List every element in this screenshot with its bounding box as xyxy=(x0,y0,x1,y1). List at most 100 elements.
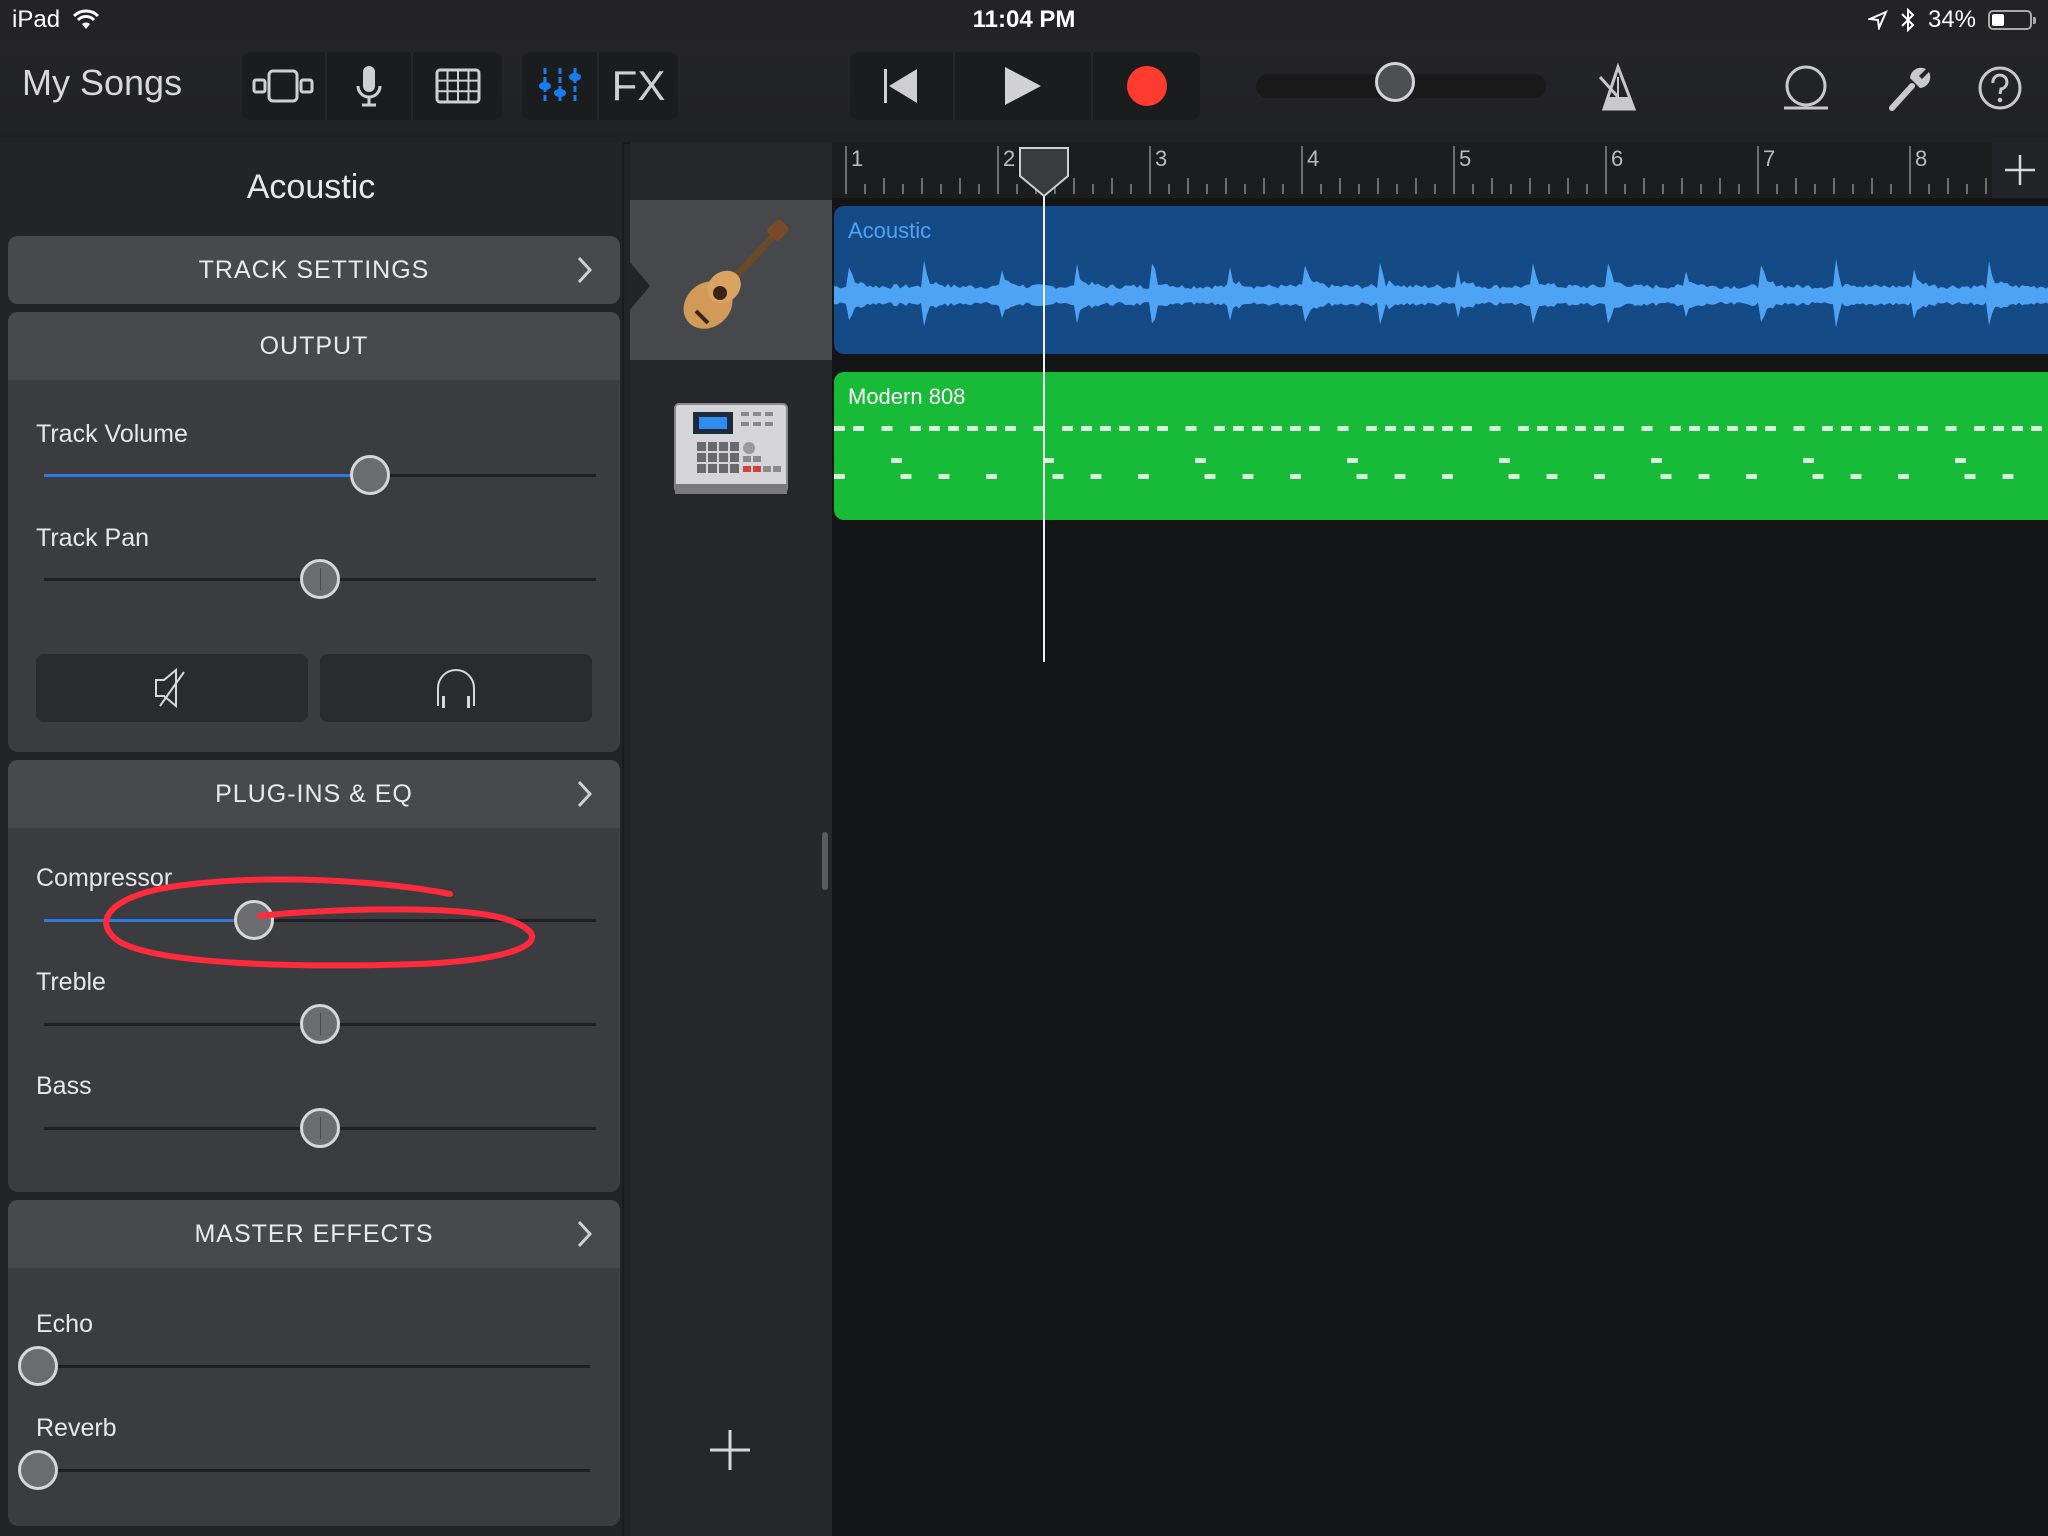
echo-slider[interactable] xyxy=(18,1346,590,1386)
drum-note xyxy=(2031,426,2042,431)
track-pan-slider[interactable] xyxy=(36,559,596,599)
bluetooth-icon xyxy=(1901,8,1915,32)
tracks-view-icon xyxy=(252,69,314,103)
drum-note xyxy=(2002,474,2014,479)
track-controls-button[interactable] xyxy=(522,52,600,120)
fx-button[interactable]: FX xyxy=(599,52,678,120)
slider-track xyxy=(38,1469,590,1472)
compressor-slider[interactable] xyxy=(36,900,596,940)
output-header: OUTPUT xyxy=(8,312,620,380)
drum-note xyxy=(1157,426,1168,431)
drum-note xyxy=(938,474,950,479)
bar-number: 1 xyxy=(851,146,864,171)
region-modern-808[interactable]: Modern 808 xyxy=(834,372,2048,520)
grid-button[interactable] xyxy=(413,52,502,120)
slider-knob[interactable] xyxy=(18,1346,58,1386)
mixer-button-group: FX xyxy=(522,52,678,120)
drum-note xyxy=(1119,426,1130,431)
drum-note xyxy=(1575,426,1586,431)
drum-note xyxy=(929,426,940,431)
drum-note xyxy=(1461,426,1472,431)
metronome-button[interactable] xyxy=(1590,58,1646,118)
track-settings-label: TRACK SETTINGS xyxy=(198,255,430,284)
clock: 11:04 PM xyxy=(972,6,1076,33)
bass-label: Bass xyxy=(36,1072,92,1100)
bar-number: 2 xyxy=(1003,146,1016,171)
slider-fill xyxy=(44,919,254,922)
drum-note xyxy=(1860,426,1871,431)
drum-note xyxy=(1489,426,1501,431)
record-button[interactable] xyxy=(1093,52,1200,120)
drum-note xyxy=(1195,458,1206,463)
drum-note xyxy=(1708,426,1719,431)
track-volume-slider[interactable] xyxy=(36,455,596,495)
help-icon xyxy=(1978,66,2022,110)
play-button[interactable] xyxy=(955,52,1094,120)
solo-button[interactable] xyxy=(320,654,592,722)
help-button[interactable] xyxy=(1974,58,2026,118)
region-name: Acoustic xyxy=(848,218,932,243)
slider-knob[interactable] xyxy=(300,559,340,599)
region-acoustic[interactable]: Acoustic xyxy=(834,206,2048,354)
ruler[interactable]: 1 2 3 4 5 6 7 8 xyxy=(832,142,1992,198)
treble-slider[interactable] xyxy=(36,1004,596,1044)
track-settings-button[interactable]: TRACK SETTINGS xyxy=(8,236,620,304)
my-songs-button[interactable]: My Songs xyxy=(22,62,182,104)
drum-note xyxy=(1964,474,1976,479)
tracks-view-button[interactable] xyxy=(242,52,327,120)
plus-icon xyxy=(710,1430,750,1470)
track-header-modern-808[interactable] xyxy=(630,368,832,528)
drum-note xyxy=(1803,458,1814,463)
drum-note xyxy=(834,474,845,479)
drum-note xyxy=(1727,426,1738,431)
add-section-button[interactable] xyxy=(1992,142,2048,198)
slider-knob[interactable] xyxy=(233,900,274,940)
drum-note xyxy=(1898,474,1909,479)
drum-note xyxy=(1974,426,1985,431)
playhead-line xyxy=(1042,192,1045,662)
reverb-label: Reverb xyxy=(36,1414,117,1442)
drum-note xyxy=(1613,426,1624,431)
loop-browser-icon xyxy=(1784,65,1828,110)
drum-note xyxy=(986,426,997,431)
transport-controls xyxy=(850,52,1200,120)
drum-note xyxy=(1138,474,1149,479)
master-effects-button[interactable]: MASTER EFFECTS xyxy=(8,1200,620,1268)
drum-note xyxy=(1689,426,1700,431)
plugins-eq-button[interactable]: PLUG-INS & EQ xyxy=(8,760,620,828)
drum-note xyxy=(1185,426,1197,431)
drum-note xyxy=(1347,458,1358,463)
bass-slider[interactable] xyxy=(36,1108,596,1148)
drum-note xyxy=(1100,426,1111,431)
drum-note xyxy=(1793,426,1805,431)
slider-knob[interactable] xyxy=(300,1108,340,1148)
drum-note xyxy=(1546,474,1558,479)
playhead-handle[interactable] xyxy=(1018,146,1070,198)
drum-note xyxy=(1356,474,1368,479)
drum-note xyxy=(1442,426,1453,431)
loop-browser-button[interactable] xyxy=(1780,58,1832,118)
slider-knob[interactable] xyxy=(18,1450,58,1490)
track-list-scroll-handle[interactable] xyxy=(822,832,828,890)
reverb-slider[interactable] xyxy=(18,1450,590,1490)
drum-note xyxy=(1660,474,1672,479)
microphone-button[interactable] xyxy=(327,52,414,120)
go-to-beginning-button[interactable] xyxy=(850,52,955,120)
battery-icon xyxy=(1988,10,2036,30)
track-header-acoustic[interactable] xyxy=(630,200,832,360)
plus-icon xyxy=(2005,155,2035,185)
drum-note xyxy=(1746,474,1757,479)
drum-note xyxy=(1081,426,1092,431)
drum-notes xyxy=(834,426,2042,479)
drum-note xyxy=(1850,474,1862,479)
mute-button[interactable] xyxy=(36,654,308,722)
play-icon xyxy=(1005,67,1042,105)
slider-knob[interactable] xyxy=(300,1004,340,1044)
settings-button[interactable] xyxy=(1884,58,1936,118)
drum-note xyxy=(1214,426,1225,431)
add-track-button[interactable] xyxy=(700,1420,760,1480)
slider-knob[interactable] xyxy=(349,455,390,495)
drum-note xyxy=(1309,426,1320,431)
drum-note xyxy=(853,426,864,431)
master-volume-knob[interactable] xyxy=(1374,62,1415,102)
